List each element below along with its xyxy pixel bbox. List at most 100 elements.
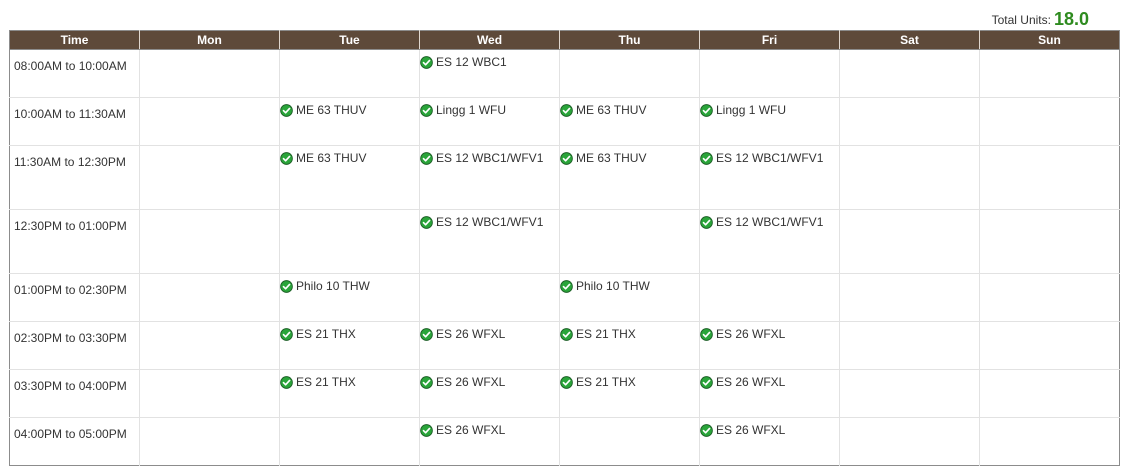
course-entry[interactable]: Lingg 1 WFU (420, 103, 559, 117)
schedule-cell (979, 369, 1120, 418)
check-circle-icon (420, 151, 433, 165)
schedule-cell (279, 209, 420, 274)
schedule-cell (979, 417, 1120, 466)
time-slot-label: 02:30PM to 03:30PM (9, 321, 140, 370)
col-header-time: Time (9, 30, 140, 50)
course-label: ES 21 THX (296, 327, 356, 341)
schedule-cell: ES 26 WFXL (699, 369, 840, 418)
course-entry[interactable]: ME 63 THUV (560, 151, 699, 165)
course-label: ES 12 WBC1/WFV1 (716, 151, 824, 165)
col-header-mon: Mon (139, 30, 280, 50)
check-circle-icon (280, 151, 293, 165)
schedule-cell: ES 26 WFXL (419, 321, 560, 370)
schedule-row: 02:30PM to 03:30PM ES 21 THX ES 26 WFXL ES … (9, 321, 1120, 370)
schedule-cell (979, 97, 1120, 146)
time-slot-label: 03:30PM to 04:00PM (9, 369, 140, 418)
schedule-cell: ME 63 THUV (279, 97, 420, 146)
schedule-row: 11:30AM to 12:30PM ME 63 THUV ES 12 WBC1/W… (9, 145, 1120, 210)
schedule-cell (839, 97, 980, 146)
course-label: ES 12 WBC1/WFV1 (436, 215, 544, 229)
check-circle-icon (420, 327, 433, 341)
schedule-row: 08:00AM to 10:00AM ES 12 WBC1 (9, 49, 1120, 98)
course-entry[interactable]: ES 26 WFXL (700, 327, 839, 341)
course-entry[interactable]: ES 26 WFXL (420, 375, 559, 389)
schedule-cell (139, 417, 280, 466)
course-entry[interactable]: ES 21 THX (560, 327, 699, 341)
check-circle-icon (700, 423, 713, 437)
schedule-cell: Lingg 1 WFU (699, 97, 840, 146)
course-entry[interactable]: Philo 10 THW (560, 279, 699, 293)
course-entry[interactable]: ES 12 WBC1 (420, 55, 559, 69)
course-entry[interactable]: ME 63 THUV (560, 103, 699, 117)
schedule-cell (139, 49, 280, 98)
course-entry[interactable]: ES 12 WBC1/WFV1 (700, 215, 839, 229)
course-label: ES 21 THX (296, 375, 356, 389)
col-header-wed: Wed (419, 30, 560, 50)
schedule-row: 03:30PM to 04:00PM ES 21 THX ES 26 WFXL ES … (9, 369, 1120, 418)
schedule-body: 08:00AM to 10:00AM ES 12 WBC1 10:00AM to 1… (9, 49, 1120, 466)
course-label: ME 63 THUV (296, 103, 367, 117)
check-circle-icon (560, 327, 573, 341)
course-entry[interactable]: ES 26 WFXL (420, 327, 559, 341)
course-label: ME 63 THUV (576, 103, 647, 117)
schedule-cell (979, 49, 1120, 98)
course-entry[interactable]: ES 21 THX (560, 375, 699, 389)
schedule-cell (279, 417, 420, 466)
course-entry[interactable]: ES 21 THX (280, 327, 419, 341)
schedule-cell (139, 273, 280, 322)
schedule-cell: ME 63 THUV (559, 145, 700, 210)
schedule-row: 12:30PM to 01:00PM ES 12 WBC1/WFV1 ES 12 W… (9, 209, 1120, 274)
course-label: ES 12 WBC1 (436, 55, 507, 69)
course-label: ES 26 WFXL (716, 423, 786, 437)
course-label: ME 63 THUV (296, 151, 367, 165)
course-label: Lingg 1 WFU (436, 103, 507, 117)
schedule-cell (979, 145, 1120, 210)
check-circle-icon (280, 103, 293, 117)
schedule-cell: Philo 10 THW (279, 273, 420, 322)
schedule-cell (139, 321, 280, 370)
schedule-cell (139, 145, 280, 210)
schedule-cell: ES 12 WBC1/WFV1 (419, 209, 560, 274)
course-entry[interactable]: ES 26 WFXL (700, 423, 839, 437)
schedule-cell (699, 273, 840, 322)
course-entry[interactable]: ES 12 WBC1/WFV1 (700, 151, 839, 165)
schedule-cell: ES 21 THX (279, 369, 420, 418)
course-entry[interactable]: ES 21 THX (280, 375, 419, 389)
schedule-cell: Philo 10 THW (559, 273, 700, 322)
course-entry[interactable]: ME 63 THUV (280, 103, 419, 117)
schedule-cell: ES 26 WFXL (419, 369, 560, 418)
schedule-cell (979, 209, 1120, 274)
course-label: ES 26 WFXL (436, 327, 506, 341)
total-units-label: Total Units: (991, 13, 1051, 27)
schedule-cell (839, 145, 980, 210)
check-circle-icon (700, 327, 713, 341)
course-label: ES 26 WFXL (716, 327, 786, 341)
course-label: ES 12 WBC1/WFV1 (716, 215, 824, 229)
check-circle-icon (420, 423, 433, 437)
col-header-fri: Fri (699, 30, 840, 50)
time-slot-label: 12:30PM to 01:00PM (9, 209, 140, 274)
course-entry[interactable]: ES 26 WFXL (420, 423, 559, 437)
schedule-cell: ES 12 WBC1/WFV1 (419, 145, 560, 210)
schedule-cell (839, 369, 980, 418)
check-circle-icon (420, 375, 433, 389)
schedule-cell: ES 26 WFXL (699, 321, 840, 370)
course-entry[interactable]: ES 12 WBC1/WFV1 (420, 215, 559, 229)
schedule-cell (419, 273, 560, 322)
course-entry[interactable]: Philo 10 THW (280, 279, 419, 293)
course-label: Philo 10 THW (576, 279, 650, 293)
course-entry[interactable]: ME 63 THUV (280, 151, 419, 165)
schedule-row: 04:00PM to 05:00PM ES 26 WFXL ES 26 WFXL (10, 417, 1120, 466)
weekly-schedule-table: Time Mon Tue Wed Thu Fri Sat Sun 08:00AM… (9, 30, 1120, 466)
schedule-cell (979, 321, 1120, 370)
course-label: Philo 10 THW (296, 279, 370, 293)
schedule-cell: ES 21 THX (559, 321, 700, 370)
course-entry[interactable]: ES 26 WFXL (700, 375, 839, 389)
course-entry[interactable]: Lingg 1 WFU (700, 103, 839, 117)
course-entry[interactable]: ES 12 WBC1/WFV1 (420, 151, 559, 165)
check-circle-icon (700, 151, 713, 165)
schedule-cell (839, 209, 980, 274)
total-units-value: 18.0 (1053, 9, 1089, 29)
course-label: Lingg 1 WFU (716, 103, 787, 117)
time-slot-label: 04:00PM to 05:00PM (14, 427, 127, 441)
